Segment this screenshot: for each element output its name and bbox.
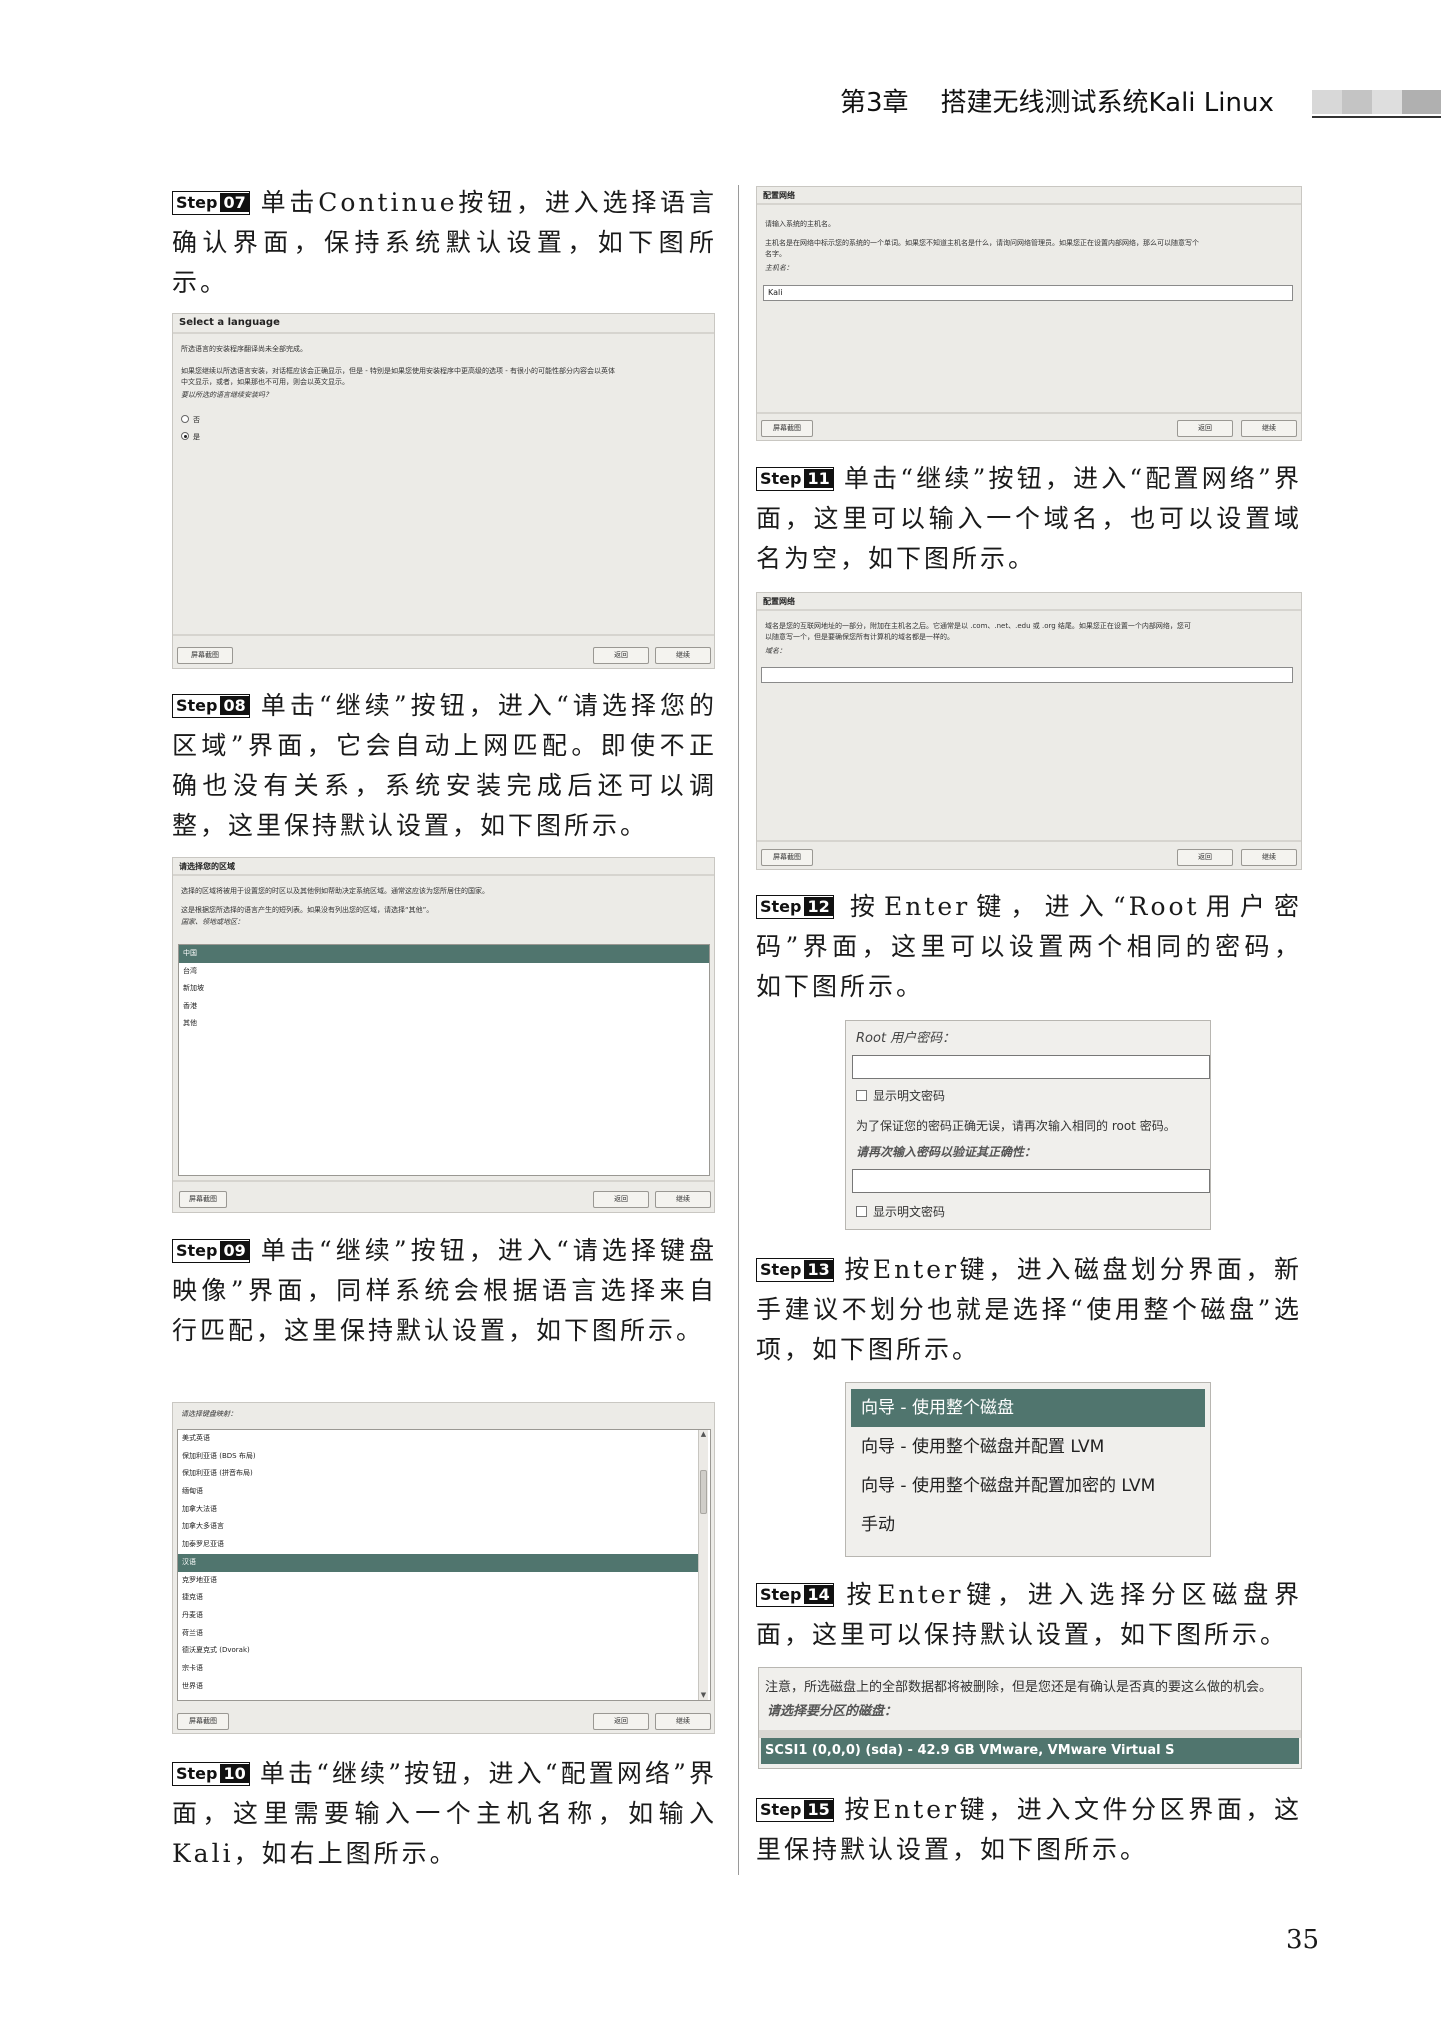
language-dialog-screenshot: Select a language 所选语言的安装程序翻译尚未全部完成。 如果您… xyxy=(172,313,715,669)
root-password-label: Root 用户密码： xyxy=(856,1031,956,1046)
disk-item-sda[interactable]: SCSI1 (0,0,0) (sda) - 42.9 GB VMware, VM… xyxy=(761,1738,1299,1764)
partition-method-screenshot: 向导 - 使用整个磁盘 向导 - 使用整个磁盘并配置 LVM 向导 - 使用整个… xyxy=(845,1382,1211,1557)
show-password-checkbox-2[interactable]: 显示明文密码 xyxy=(856,1203,945,1220)
continue-button[interactable]: 继续 xyxy=(655,1191,711,1208)
list-item[interactable]: 香港 xyxy=(179,998,709,1016)
header-rule xyxy=(1312,116,1441,118)
back-button[interactable]: 返回 xyxy=(593,1191,649,1208)
menu-item-guided-whole-disk[interactable]: 向导 - 使用整个磁盘 xyxy=(851,1389,1205,1427)
list-item[interactable]: 宗卡语 xyxy=(178,1660,710,1678)
list-item[interactable]: 加泰罗尼亚语 xyxy=(178,1536,710,1554)
chapter-number: 第3章 xyxy=(840,88,909,118)
list-item[interactable]: 缅甸语 xyxy=(178,1483,710,1501)
region-dialog-screenshot: 请选择您的区域 选择的区域将被用于设置您的时区以及其他例如帮助决定系统区域。通常… xyxy=(172,857,715,1213)
screenshot-button[interactable]: 屏幕截图 xyxy=(177,1713,229,1730)
screenshot-button[interactable]: 屏幕截图 xyxy=(179,1191,227,1208)
region-list[interactable]: 中国 台湾 新加坡 香港 其他 xyxy=(178,944,710,1176)
list-item[interactable]: 克罗地亚语 xyxy=(178,1572,710,1590)
list-item[interactable]: 加拿大法语 xyxy=(178,1501,710,1519)
continue-button[interactable]: 继续 xyxy=(655,647,711,664)
hostname-input[interactable]: Kali xyxy=(763,285,1293,301)
list-item[interactable]: 保加利亚语 (拼音布局) xyxy=(178,1465,710,1483)
continue-button[interactable]: 继续 xyxy=(1241,420,1297,437)
menu-item-guided-lvm[interactable]: 向导 - 使用整个磁盘并配置 LVM xyxy=(851,1428,1205,1466)
list-item[interactable]: 世界语 xyxy=(178,1678,710,1696)
step-14-paragraph: Step 14 按Enter键，进入选择分区磁盘界面，这里可以保持默认设置，如下图所… xyxy=(756,1580,1302,1649)
dialog-title: Select a language xyxy=(179,317,280,328)
step-badge: Step 13 xyxy=(756,1258,834,1282)
screenshot-button[interactable]: 屏幕截图 xyxy=(177,647,233,664)
domain-input[interactable] xyxy=(761,667,1293,683)
show-password-checkbox[interactable]: 显示明文密码 xyxy=(856,1087,945,1104)
back-button[interactable]: 返回 xyxy=(1177,420,1233,437)
list-scrollbar[interactable]: ▲ ▼ xyxy=(698,1430,708,1700)
step-10-paragraph: Step 10 单击“继续”按钮，进入“配置网络”界面，这里需要输入一个主机名称，如… xyxy=(172,1759,717,1868)
scroll-down-arrow-icon[interactable]: ▼ xyxy=(699,1691,708,1700)
step-08-paragraph: Step 08 单击“继续”按钮，进入“请选择您的区域”界面，它会自动上网匹配。即使… xyxy=(172,691,717,840)
domain-dialog-screenshot: 配置网络 域名是您的互联网地址的一部分，附加在主机名之后。它通常是以 .com、… xyxy=(756,592,1302,870)
continue-button[interactable]: 继续 xyxy=(1241,849,1297,866)
step-badge: Step 15 xyxy=(756,1798,834,1822)
running-header: 第3章 搭建无线测试系统Kali Linux xyxy=(840,82,1274,119)
back-button[interactable]: 返回 xyxy=(593,1713,649,1730)
step-badge: Step 10 xyxy=(172,1762,250,1786)
list-item[interactable]: 汉语 xyxy=(178,1553,698,1572)
keyboard-list[interactable]: 美式英语 保加利亚语 (BDS 布局) 保加利亚语 (拼音布局) 缅甸语 加拿大… xyxy=(177,1429,711,1701)
step-badge: Step 07 xyxy=(172,191,250,215)
step-badge: Step 14 xyxy=(756,1583,834,1607)
keyboard-dialog-screenshot: 请选择键盘映射： 美式英语 保加利亚语 (BDS 布局) 保加利亚语 (拼音布局… xyxy=(172,1402,715,1734)
hostname-dialog-screenshot: 配置网络 请输入系统的主机名。 主机名是在网络中标示您的系统的一个单词。如果您不… xyxy=(756,186,1302,441)
root-password-confirm-input[interactable] xyxy=(852,1169,1210,1193)
step-badge: Step 11 xyxy=(756,467,834,491)
list-item[interactable]: 丹麦语 xyxy=(178,1607,710,1625)
step-07-paragraph: Step 07 单击Continue按钮，进入选择语言确认界面，保持系统默认设置，如… xyxy=(172,188,717,297)
menu-item-manual[interactable]: 手动 xyxy=(851,1506,1205,1544)
scroll-up-arrow-icon[interactable]: ▲ xyxy=(699,1430,708,1439)
dialog-title: 配置网络 xyxy=(763,191,795,200)
list-item[interactable]: 中国 xyxy=(179,945,709,963)
list-item[interactable]: 加拿大多语言 xyxy=(178,1518,710,1536)
step-badge: Step 12 xyxy=(756,895,834,919)
menu-item-guided-encrypted-lvm[interactable]: 向导 - 使用整个磁盘并配置加密的 LVM xyxy=(851,1467,1205,1505)
list-item[interactable]: 捷克语 xyxy=(178,1589,710,1607)
list-item[interactable]: 德沃夏克式 (Dvorak) xyxy=(178,1642,710,1660)
list-item[interactable]: 荷兰语 xyxy=(178,1625,710,1643)
step-15-paragraph: Step 15 按Enter键，进入文件分区界面，这里保持默认设置，如下图所示。 xyxy=(756,1795,1302,1864)
step-badge: Step 09 xyxy=(172,1239,250,1263)
screenshot-button[interactable]: 屏幕截图 xyxy=(761,420,813,437)
step-09-paragraph: Step 09 单击“继续”按钮，进入“请选择键盘映像”界面，同样系统会根据语言选择… xyxy=(172,1236,717,1345)
dialog-title: 请选择您的区域 xyxy=(179,862,235,871)
step-11-paragraph: Step 11 单击“继续”按钮，进入“配置网络”界面，这里可以输入一个域名，也可以… xyxy=(756,464,1302,573)
step-12-paragraph: Step 12 按Enter键，进入“Root用户密码”界面，这里可以设置两个相同的… xyxy=(756,892,1302,1001)
continue-button[interactable]: 继续 xyxy=(655,1713,711,1730)
list-item[interactable]: 美式英语 xyxy=(178,1430,710,1448)
disk-select-screenshot: 注意，所选磁盘上的全部数据都将被删除，但是您还是有确认是否真的要这么做的机会。 … xyxy=(758,1667,1302,1769)
radio-no[interactable]: 否 xyxy=(181,414,200,426)
back-button[interactable]: 返回 xyxy=(593,647,649,664)
radio-yes[interactable]: 是 xyxy=(181,431,200,443)
page-number: 35 xyxy=(1286,1925,1320,1955)
list-item[interactable]: 新加坡 xyxy=(179,980,709,998)
chapter-title: 搭建无线测试系统Kali Linux xyxy=(940,88,1274,118)
list-item[interactable]: 保加利亚语 (BDS 布局) xyxy=(178,1448,710,1466)
list-item[interactable]: 其他 xyxy=(179,1015,709,1033)
step-13-paragraph: Step 13 按Enter键，进入磁盘划分界面，新手建议不划分也就是选择“使用整个… xyxy=(756,1255,1302,1364)
list-item[interactable]: 台湾 xyxy=(179,963,709,981)
header-decoration xyxy=(1312,90,1441,114)
screenshot-button[interactable]: 屏幕截图 xyxy=(761,849,813,866)
dialog-title: 配置网络 xyxy=(763,597,795,606)
column-divider xyxy=(738,185,739,1875)
root-password-input[interactable] xyxy=(852,1055,1210,1079)
back-button[interactable]: 返回 xyxy=(1177,849,1233,866)
root-password-screenshot: Root 用户密码： 显示明文密码 为了保证您的密码正确无误，请再次输入相同的 … xyxy=(845,1020,1211,1230)
step-badge: Step 08 xyxy=(172,694,250,718)
